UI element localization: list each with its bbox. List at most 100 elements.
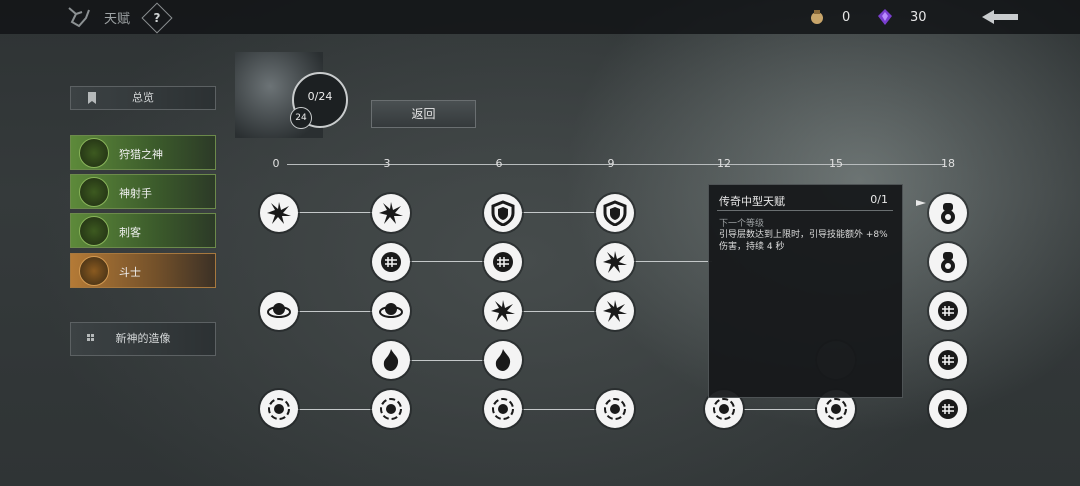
talent-node[interactable] [596, 194, 634, 232]
class-label: 斗士 [119, 266, 141, 279]
tier-label: 12 [717, 157, 731, 170]
talent-node[interactable] [929, 243, 967, 281]
talent-node[interactable] [260, 292, 298, 330]
tier-label: 15 [829, 157, 843, 170]
class-item-fighter[interactable]: 斗士 [70, 253, 216, 288]
talent-node[interactable] [929, 341, 967, 379]
talent-link [520, 409, 600, 410]
talent-node[interactable] [929, 194, 967, 232]
fist-icon [493, 252, 513, 272]
talent-node[interactable] [484, 243, 522, 281]
burst-icon [379, 202, 403, 224]
shield-icon [491, 200, 515, 226]
tier-label: 9 [607, 157, 615, 170]
spiral-burst-icon [380, 398, 402, 420]
talent-link [520, 212, 600, 213]
bag-count: 0 [842, 9, 851, 25]
fist-icon [938, 301, 958, 321]
class-item-assassin[interactable]: 刺客 [70, 213, 216, 248]
hunter-god-icon [79, 138, 109, 168]
talent-link [296, 212, 376, 213]
talent-node[interactable] [484, 194, 522, 232]
talent-link [408, 261, 488, 262]
talent-link [296, 409, 376, 410]
crystal-count: 30 [910, 9, 927, 25]
fist-icon [938, 399, 958, 419]
class-label: 刺客 [119, 226, 141, 239]
fist-icon [381, 252, 401, 272]
fist-icon [938, 350, 958, 370]
overview-button[interactable]: 总览 [70, 86, 216, 110]
talent-link [632, 261, 712, 262]
talent-node[interactable] [372, 292, 410, 330]
tier-label: 18 [941, 157, 955, 170]
class-item-hunter-god[interactable]: 狩猎之神 [70, 135, 216, 170]
help-icon: ? [153, 11, 161, 25]
spiral-burst-icon [604, 398, 626, 420]
spiral-burst-icon [825, 398, 847, 420]
tooltip-description: 引导层数达到上限时，引导技能额外 +8% 伤害，持续 4 秒 [719, 230, 888, 252]
progress-text: 0/24 [307, 90, 333, 103]
overview-label: 总览 [132, 91, 154, 104]
talent-node[interactable] [260, 194, 298, 232]
talent-node[interactable] [484, 292, 522, 330]
fighter-icon [79, 256, 109, 286]
back-arrow-icon[interactable] [980, 8, 1020, 26]
talent-node[interactable] [372, 243, 410, 281]
burst-icon [603, 300, 627, 322]
talent-tooltip: 传奇中型天赋 0/1 下一个等级 引导层数达到上限时，引导技能额外 +8% 伤害… [708, 184, 903, 398]
spiral-burst-icon [268, 398, 290, 420]
talent-link [408, 360, 488, 361]
tier-label: 3 [383, 157, 391, 170]
new-god-statue-button[interactable]: 新神的造像 [70, 322, 216, 356]
talent-node[interactable] [929, 292, 967, 330]
spiral-burst-icon [713, 398, 735, 420]
tier-label: 6 [495, 157, 503, 170]
shield-icon [603, 200, 627, 226]
class-label: 狩猎之神 [119, 148, 163, 161]
talent-node[interactable] [372, 390, 410, 428]
progress-badge: 24 [290, 107, 312, 129]
statue-label: 新神的造像 [115, 332, 171, 345]
spiral-burst-icon [492, 398, 514, 420]
talent-node[interactable] [260, 390, 298, 428]
talent-node[interactable] [929, 390, 967, 428]
grid-icon [87, 334, 94, 341]
burst-icon [267, 202, 291, 224]
page-title: 天赋 [104, 12, 131, 27]
tooltip-subtitle: 下一个等级 [719, 219, 765, 229]
talent-node[interactable] [596, 243, 634, 281]
marksman-icon [79, 177, 109, 207]
talent-node[interactable] [372, 341, 410, 379]
talent-node[interactable] [372, 194, 410, 232]
burst-icon [491, 300, 515, 322]
class-label: 神射手 [119, 187, 152, 200]
gauntlet-icon [941, 252, 955, 273]
talent-node[interactable] [596, 390, 634, 428]
pointer-icon [916, 200, 926, 206]
talent-node[interactable] [596, 292, 634, 330]
crystal-icon [878, 9, 892, 25]
tooltip-divider [717, 210, 893, 211]
currency-crystal: 30 [876, 7, 927, 27]
tooltip-title: 传奇中型天赋 [719, 195, 785, 208]
flame-icon [383, 349, 399, 371]
talent-node[interactable] [484, 390, 522, 428]
gauntlet-icon [941, 203, 955, 224]
bookmark-icon [88, 92, 96, 104]
currency-bag: 0 [808, 7, 850, 27]
assassin-icon [79, 216, 109, 246]
talent-node[interactable] [484, 341, 522, 379]
talent-link [520, 311, 600, 312]
talent-link [744, 409, 824, 410]
burst-icon [603, 251, 627, 273]
bag-icon [811, 10, 823, 24]
tier-label: 0 [272, 157, 280, 170]
return-button[interactable]: 返回 [371, 100, 476, 128]
flame-icon [495, 349, 511, 371]
tooltip-rank: 0/1 [870, 193, 888, 206]
orbit-icon [379, 303, 403, 318]
orbit-icon [267, 303, 291, 318]
talent-tree-icon [68, 7, 90, 28]
class-item-marksman[interactable]: 神射手 [70, 174, 216, 209]
